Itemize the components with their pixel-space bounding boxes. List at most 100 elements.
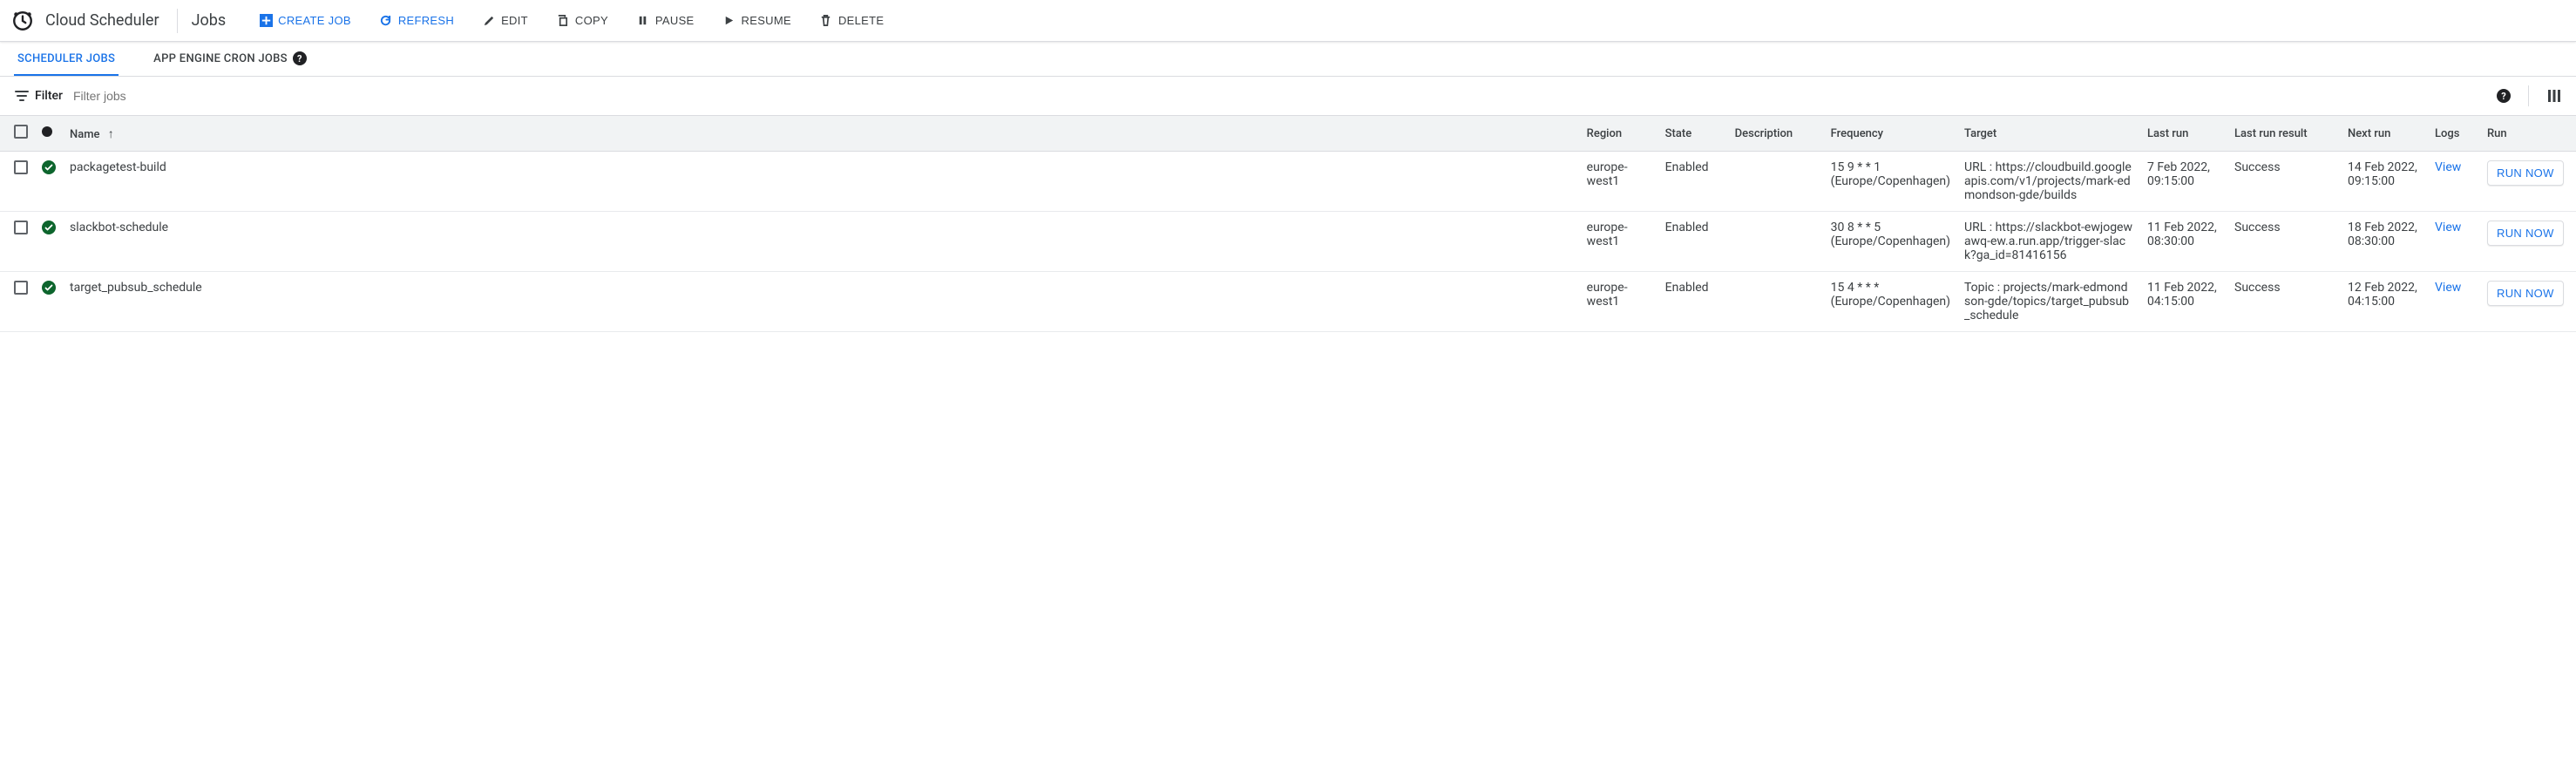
product-name: Cloud Scheduler	[45, 11, 177, 30]
col-state-header[interactable]: State	[1658, 116, 1728, 152]
col-next-run-header[interactable]: Next run	[2341, 116, 2428, 152]
col-last-result-header[interactable]: Last run result	[2227, 116, 2341, 152]
edit-label: EDIT	[501, 14, 528, 27]
filter-label: Filter	[35, 89, 63, 103]
pause-label: PAUSE	[655, 14, 695, 27]
filter-input[interactable]	[73, 89, 2497, 103]
job-description	[1728, 212, 1824, 272]
pause-icon	[636, 14, 650, 28]
run-now-button[interactable]: RUN NOW	[2487, 160, 2564, 186]
run-now-button[interactable]: RUN NOW	[2487, 281, 2564, 306]
job-frequency: 30 8 * * 5 (Europe/Copenhagen)	[1824, 212, 1957, 272]
view-logs-link[interactable]: View	[2435, 281, 2461, 295]
table-header: Name ↑ Region State Description Frequenc…	[0, 116, 2576, 152]
tab-bar: SCHEDULER JOBS APP ENGINE CRON JOBS ?	[0, 42, 2576, 77]
copy-label: COPY	[575, 14, 608, 27]
job-last-result: Success	[2227, 272, 2341, 332]
job-next-run: 12 Feb 2022, 04:15:00	[2341, 272, 2428, 332]
page-title: Jobs	[192, 11, 227, 30]
status-header-icon	[42, 126, 52, 137]
filter-help-icon[interactable]: ?	[2497, 89, 2511, 103]
job-region: europe-west1	[1580, 212, 1658, 272]
job-description	[1728, 152, 1824, 212]
view-logs-link[interactable]: View	[2435, 221, 2461, 234]
job-last-run: 11 Feb 2022, 04:15:00	[2140, 272, 2227, 332]
job-frequency: 15 9 * * 1 (Europe/Copenhagen)	[1824, 152, 1957, 212]
job-name: packagetest-build	[63, 152, 1580, 212]
edit-button[interactable]: EDIT	[480, 10, 530, 31]
create-job-label: CREATE JOB	[278, 14, 351, 27]
job-state: Enabled	[1658, 152, 1728, 212]
job-target: URL : https://slackbot-ewjogewawq-ew.a.r…	[1957, 212, 2140, 272]
job-last-result: Success	[2227, 212, 2341, 272]
status-success-icon	[42, 221, 56, 234]
job-last-result: Success	[2227, 152, 2341, 212]
resume-button[interactable]: RESUME	[721, 10, 793, 31]
job-target: URL : https://cloudbuild.googleapis.com/…	[1957, 152, 2140, 212]
view-logs-link[interactable]: View	[2435, 160, 2461, 174]
run-now-button[interactable]: RUN NOW	[2487, 221, 2564, 246]
table-row: slackbot-scheduleeurope-west1Enabled 30 8…	[0, 212, 2576, 272]
filter-bar: Filter ?	[0, 77, 2576, 115]
tab-scheduler-label: SCHEDULER JOBS	[17, 52, 115, 65]
job-next-run: 14 Feb 2022, 09:15:00	[2341, 152, 2428, 212]
tab-cron-label: APP ENGINE CRON JOBS	[153, 52, 288, 65]
sort-asc-icon: ↑	[108, 127, 114, 141]
play-icon	[722, 14, 736, 28]
row-checkbox[interactable]	[14, 160, 28, 174]
resume-label: RESUME	[742, 14, 791, 27]
job-description	[1728, 272, 1824, 332]
job-next-run: 18 Feb 2022, 08:30:00	[2341, 212, 2428, 272]
job-region: europe-west1	[1580, 152, 1658, 212]
toolbar: CREATE JOB REFRESH EDIT COPY PAUSE RESUM…	[257, 10, 885, 31]
filter-icon	[14, 88, 30, 104]
col-name-header[interactable]: Name ↑	[63, 116, 1580, 152]
col-description-header[interactable]: Description	[1728, 116, 1824, 152]
job-state: Enabled	[1658, 212, 1728, 272]
job-target: Topic : projects/mark-edmondson-gde/topi…	[1957, 272, 2140, 332]
help-icon[interactable]: ?	[293, 51, 307, 65]
tab-scheduler-jobs[interactable]: SCHEDULER JOBS	[14, 44, 119, 76]
row-checkbox[interactable]	[14, 221, 28, 234]
refresh-button[interactable]: REFRESH	[377, 10, 456, 31]
copy-button[interactable]: COPY	[554, 10, 610, 31]
scheduler-logo-icon	[10, 9, 35, 33]
job-frequency: 15 4 * * * (Europe/Copenhagen)	[1824, 272, 1957, 332]
refresh-label: REFRESH	[398, 14, 454, 27]
separator	[2528, 85, 2529, 106]
col-name-label: Name	[70, 128, 100, 141]
refresh-icon	[379, 14, 393, 28]
col-target-header[interactable]: Target	[1957, 116, 2140, 152]
create-job-button[interactable]: CREATE JOB	[257, 10, 353, 31]
tab-app-engine-cron[interactable]: APP ENGINE CRON JOBS ?	[150, 43, 310, 76]
app-header: Cloud Scheduler Jobs CREATE JOB REFRESH …	[0, 0, 2576, 42]
status-success-icon	[42, 160, 56, 174]
delete-button[interactable]: DELETE	[817, 10, 885, 31]
row-checkbox[interactable]	[14, 281, 28, 295]
table-row: packagetest-buildeurope-west1Enabled 15 9…	[0, 152, 2576, 212]
job-last-run: 7 Feb 2022, 09:15:00	[2140, 152, 2227, 212]
col-frequency-header[interactable]: Frequency	[1824, 116, 1957, 152]
col-logs-header[interactable]: Logs	[2428, 116, 2480, 152]
select-all-checkbox[interactable]	[14, 125, 28, 139]
delete-label: DELETE	[838, 14, 884, 27]
header-divider	[177, 9, 178, 33]
copy-icon	[556, 14, 570, 28]
job-state: Enabled	[1658, 272, 1728, 332]
job-last-run: 11 Feb 2022, 08:30:00	[2140, 212, 2227, 272]
plus-icon	[259, 14, 273, 28]
trash-icon	[819, 14, 833, 28]
job-name: target_pubsub_schedule	[63, 272, 1580, 332]
pencil-icon	[482, 14, 496, 28]
table-body: packagetest-buildeurope-west1Enabled 15 9…	[0, 152, 2576, 332]
col-last-run-header[interactable]: Last run	[2140, 116, 2227, 152]
job-name: slackbot-schedule	[63, 212, 1580, 272]
table-row: target_pubsub_scheduleeurope-west1Enable…	[0, 272, 2576, 332]
pause-button[interactable]: PAUSE	[634, 10, 696, 31]
jobs-table: Name ↑ Region State Description Frequenc…	[0, 115, 2576, 332]
column-selector-icon[interactable]	[2546, 88, 2562, 104]
col-run-header[interactable]: Run	[2480, 116, 2576, 152]
status-success-icon	[42, 281, 56, 295]
job-region: europe-west1	[1580, 272, 1658, 332]
col-region-header[interactable]: Region	[1580, 116, 1658, 152]
